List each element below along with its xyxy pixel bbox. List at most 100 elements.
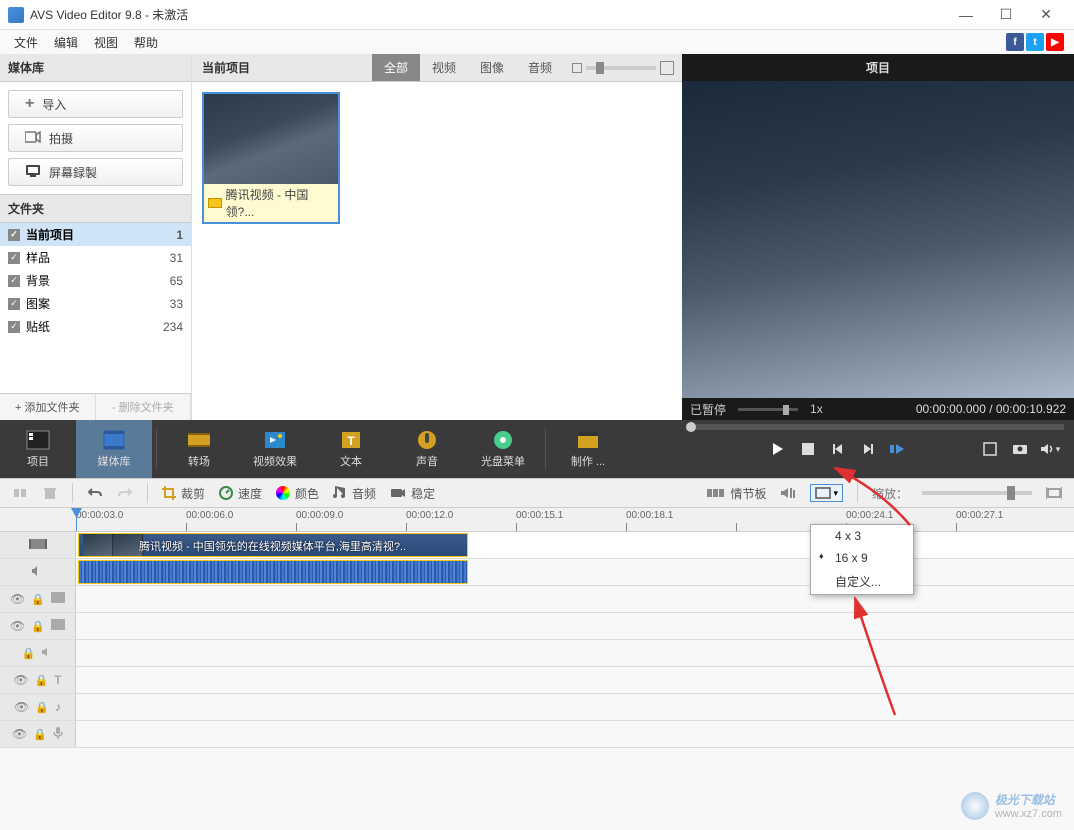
folder-item-stickers[interactable]: ✓贴纸234 xyxy=(0,315,191,338)
app-logo-icon xyxy=(8,7,24,23)
menu-edit[interactable]: 编辑 xyxy=(46,32,86,53)
eye-icon[interactable]: 👁 xyxy=(14,700,29,714)
aspect-4x3[interactable]: 4 x 3 xyxy=(811,525,913,547)
menu-help[interactable]: 帮助 xyxy=(126,32,166,53)
facebook-icon[interactable]: f xyxy=(1006,33,1024,51)
fit-timeline-button[interactable] xyxy=(1046,486,1062,500)
speaker-icon xyxy=(31,565,45,580)
text-icon: T xyxy=(54,673,61,687)
media-item-label: 腾讯视频 - 中国领?... xyxy=(226,186,334,220)
snapshot-button[interactable] xyxy=(1006,435,1034,463)
maximize-button[interactable]: ☐ xyxy=(986,1,1026,29)
timecode-duration: 00:00:10.922 xyxy=(996,402,1066,416)
lock-icon[interactable]: 🔒 xyxy=(31,593,45,606)
split-button[interactable] xyxy=(12,485,28,501)
filter-image[interactable]: 图像 xyxy=(468,54,516,81)
minimize-button[interactable]: — xyxy=(946,1,986,29)
stabilize-button[interactable]: 稳定 xyxy=(390,485,435,502)
lock-icon[interactable]: 🔒 xyxy=(31,620,45,633)
play-range-button[interactable] xyxy=(884,435,912,463)
add-folder-button[interactable]: + 添加文件夹 xyxy=(0,394,96,420)
next-frame-button[interactable] xyxy=(854,435,882,463)
tab-produce[interactable]: 制作 ... xyxy=(550,420,626,478)
media-item[interactable]: 腾讯视频 - 中国领?... xyxy=(202,92,340,224)
audio-button[interactable]: 音频 xyxy=(333,485,376,502)
menu-view[interactable]: 视图 xyxy=(86,32,126,53)
tab-disc-menu[interactable]: 光盘菜单 xyxy=(465,420,541,478)
tab-audio[interactable]: 声音 xyxy=(389,420,465,478)
delete-folder-button[interactable]: - 删除文件夹 xyxy=(96,394,192,420)
volume-mixer-button[interactable] xyxy=(780,486,796,500)
tab-transitions[interactable]: 转场 xyxy=(161,420,237,478)
filter-video[interactable]: 视频 xyxy=(420,54,468,81)
media-library-panel: 媒体库 + 导入 拍摄 屏幕録製 文件夹 ✓当前项目1 ✓样品31 ✓背景65 … xyxy=(0,54,192,420)
lock-icon[interactable]: 🔒 xyxy=(35,701,49,714)
play-button[interactable] xyxy=(764,435,792,463)
capture-button[interactable]: 拍摄 xyxy=(8,124,183,152)
folder-item-backgrounds[interactable]: ✓背景65 xyxy=(0,269,191,292)
menu-bar: 文件 编辑 视图 帮助 f t ▶ xyxy=(0,30,1074,54)
screen-record-button[interactable]: 屏幕録製 xyxy=(8,158,183,186)
filmstrip-icon xyxy=(51,619,65,633)
lock-icon[interactable]: 🔒 xyxy=(35,674,49,687)
folder-item-current[interactable]: ✓当前项目1 xyxy=(0,223,191,246)
aspect-16x9[interactable]: 16 x 9 xyxy=(811,547,913,569)
playback-scrubber[interactable] xyxy=(686,424,1064,430)
filmstrip-icon xyxy=(51,592,65,606)
color-button[interactable]: 颜色 xyxy=(276,485,319,502)
speed-button[interactable]: 速度 xyxy=(219,485,262,502)
aspect-ratio-button[interactable]: ▾ xyxy=(810,484,843,502)
track-overlay-audio: 🔒 xyxy=(0,640,1074,667)
stop-button[interactable] xyxy=(794,435,822,463)
tab-project[interactable]: 项目 xyxy=(0,420,76,478)
video-clip[interactable]: 腾讯视频 - 中国领先的在线视频媒体平台,海里高清视?.. xyxy=(78,533,468,557)
media-grid-panel: 当前项目 全部 视频 图像 音频 腾讯视频 - 中国领?... xyxy=(192,54,682,420)
track-text: 👁 🔒 T xyxy=(0,667,1074,694)
prev-frame-button[interactable] xyxy=(824,435,852,463)
eye-icon[interactable]: 👁 xyxy=(10,592,25,606)
menu-file[interactable]: 文件 xyxy=(6,32,46,53)
video-badge-icon xyxy=(208,198,222,208)
audio-clip[interactable] xyxy=(78,560,468,584)
timeline-toolbar: 裁剪 速度 颜色 音频 稳定 情节板 ▾ 缩放： xyxy=(0,478,1074,508)
tab-media-library[interactable]: 媒体库 xyxy=(76,420,152,478)
import-button[interactable]: + 导入 xyxy=(8,90,183,118)
aspect-custom[interactable]: 自定义... xyxy=(811,569,913,594)
folder-item-samples[interactable]: ✓样品31 xyxy=(0,246,191,269)
storyboard-button[interactable]: 情节板 xyxy=(707,485,766,502)
eye-icon[interactable]: 👁 xyxy=(10,619,25,633)
speed-slider[interactable] xyxy=(738,408,798,411)
volume-button[interactable]: ▾ xyxy=(1036,435,1064,463)
thumb-zoom-slider[interactable] xyxy=(586,66,656,70)
tab-text[interactable]: T 文本 xyxy=(313,420,389,478)
redo-button[interactable] xyxy=(117,486,133,500)
undo-button[interactable] xyxy=(87,486,103,500)
preview-viewport[interactable] xyxy=(682,81,1074,398)
eye-icon[interactable]: 👁 xyxy=(12,727,27,741)
lock-icon[interactable]: 🔒 xyxy=(33,728,47,741)
twitter-icon[interactable]: t xyxy=(1026,33,1044,51)
monitor-icon xyxy=(25,164,41,181)
timeline-zoom-slider[interactable] xyxy=(922,491,1032,495)
youtube-icon[interactable]: ▶ xyxy=(1046,33,1064,51)
timecode-current: 00:00:00.000 xyxy=(916,402,986,416)
close-button[interactable]: ✕ xyxy=(1026,1,1066,29)
track-overlay-2: 👁🔒 xyxy=(0,613,1074,640)
zoom-small-icon[interactable] xyxy=(572,63,582,73)
filter-all[interactable]: 全部 xyxy=(372,54,420,81)
music-icon: ♪ xyxy=(55,700,61,714)
eye-icon[interactable]: 👁 xyxy=(13,673,28,687)
folder-item-patterns[interactable]: ✓图案33 xyxy=(0,292,191,315)
zoom-large-icon[interactable] xyxy=(660,61,674,75)
fullscreen-button[interactable] xyxy=(976,435,1004,463)
track-music: 👁 🔒 ♪ xyxy=(0,694,1074,721)
zoom-label: 缩放： xyxy=(872,485,908,502)
delete-button[interactable] xyxy=(42,485,58,501)
playhead[interactable] xyxy=(76,508,77,532)
filter-audio[interactable]: 音频 xyxy=(516,54,564,81)
tab-video-effects[interactable]: 视频效果 xyxy=(237,420,313,478)
crop-button[interactable]: 裁剪 xyxy=(162,485,205,502)
lock-icon[interactable]: 🔒 xyxy=(22,647,36,660)
svg-text:T: T xyxy=(347,434,355,448)
speaker-icon xyxy=(41,646,53,660)
